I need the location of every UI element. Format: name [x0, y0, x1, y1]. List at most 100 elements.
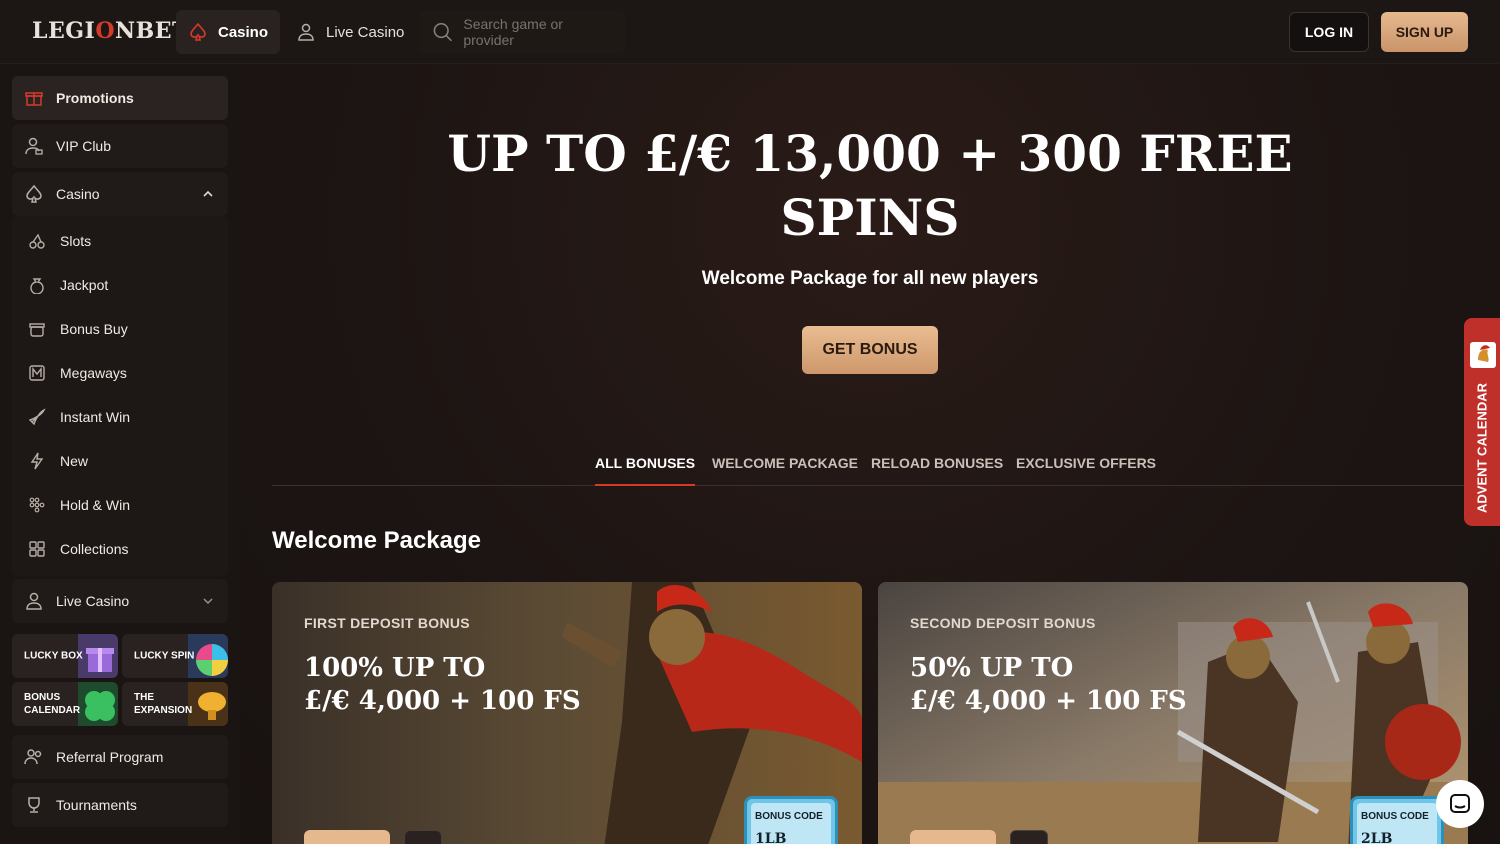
advent-calendar-tab[interactable]: ADVENT CALENDAR	[1464, 318, 1500, 526]
card-claim-button[interactable]	[304, 830, 390, 844]
sidebar-item-bonus-buy[interactable]: Bonus Buy	[28, 314, 128, 344]
tab-reload-bonuses[interactable]: RELOAD BONUSES	[871, 455, 1003, 486]
get-bonus-button[interactable]: GET BONUS	[802, 326, 938, 374]
sidebar-item-casino[interactable]: Casino	[12, 172, 228, 216]
dealer-icon	[26, 592, 42, 610]
nav-live-casino[interactable]: Live Casino	[284, 10, 416, 54]
login-button[interactable]: LOG IN	[1289, 12, 1369, 52]
tab-welcome-package[interactable]: WELCOME PACKAGE	[712, 455, 858, 486]
sub-item-label: Instant Win	[60, 409, 131, 425]
sub-item-label: Hold & Win	[60, 497, 131, 513]
bonus-card-second-deposit[interactable]: SECOND DEPOSIT BONUS 50% UP TO £/€ 4,000…	[878, 582, 1468, 844]
dealer-icon	[298, 23, 314, 41]
sub-item-label: Jackpot	[60, 277, 109, 293]
chevron-down-icon[interactable]	[202, 595, 214, 607]
sidebar-item-megaways[interactable]: Megaways	[28, 358, 127, 388]
sidebar-item-slots[interactable]: Slots	[28, 226, 91, 256]
bonus-card-first-deposit[interactable]: FIRST DEPOSIT BONUS 100% UP TO £/€ 4,000…	[272, 582, 862, 844]
tile-lucky-box[interactable]: LUCKY BOX	[12, 634, 118, 678]
sidebar-item-label: Casino	[56, 186, 100, 202]
tile-label-line1: THE	[134, 692, 154, 703]
card-offer: 50% UP TO £/€ 4,000 + 100 FS	[910, 652, 1187, 718]
dots-grid-icon	[29, 497, 45, 513]
signup-button[interactable]: SIGN UP	[1381, 12, 1468, 52]
sub-item-label: Megaways	[60, 365, 127, 381]
sidebar-item-collections[interactable]: Collections	[28, 534, 128, 564]
top-header: LEGIONBET Casino Live Casino Search game…	[0, 0, 1500, 64]
gift-icon	[25, 92, 43, 106]
m-icon	[29, 365, 45, 381]
search-input[interactable]: Search game or provider	[420, 10, 625, 54]
bonus-tabs: ALL BONUSES WELCOME PACKAGE RELOAD BONUS…	[272, 449, 1468, 486]
bonus-code-value: 1LB	[755, 831, 787, 844]
sidebar-item-tournaments[interactable]: Tournaments	[12, 783, 228, 827]
search-icon	[433, 22, 452, 42]
tab-exclusive-offers[interactable]: EXCLUSIVE OFFERS	[1016, 455, 1156, 486]
sidebar-item-label: VIP Club	[56, 138, 111, 154]
card-offer-line2: £/€ 4,000 + 100 FS	[304, 686, 581, 716]
sidebar-item-new[interactable]: New	[28, 446, 88, 476]
spade-icon	[26, 184, 42, 203]
money-bag-icon	[30, 278, 44, 294]
logo-text-start: LEGI	[32, 18, 96, 44]
hero-subtitle: Welcome Package for all new players	[701, 268, 1039, 289]
bonus-code-badge[interactable]: BONUS CODE 1LB	[744, 796, 838, 844]
card-label: FIRST DEPOSIT BONUS	[304, 615, 470, 631]
sub-item-label: New	[60, 453, 89, 469]
chevron-up-icon[interactable]	[202, 188, 214, 200]
bonus-code-title: BONUS CODE	[755, 811, 823, 822]
sidebar-item-referral[interactable]: Referral Program	[12, 735, 228, 779]
tile-label-line2: EXPANSION	[134, 705, 193, 716]
casino-submenu: Slots Jackpot Bonus Buy Megaways Instant…	[12, 216, 228, 576]
sidebar-item-label: Live Casino	[56, 593, 130, 609]
sidebar-item-jackpot[interactable]: Jackpot	[28, 270, 108, 300]
nav-casino[interactable]: Casino	[176, 10, 281, 54]
tile-bonus-calendar[interactable]: BONUS CALENDAR	[12, 682, 118, 726]
spade-icon	[190, 22, 206, 41]
logo[interactable]: LEGIONBET	[32, 18, 189, 44]
hero-title-line1: UP TO £/€ 13,000 + 300 FREE	[447, 124, 1293, 183]
card-claim-button[interactable]	[910, 830, 996, 844]
gift-box-icon	[29, 323, 45, 337]
sidebar-item-label: Promotions	[56, 90, 134, 106]
tab-all-bonuses[interactable]: ALL BONUSES	[595, 455, 696, 486]
logo-helmet-o: O	[95, 18, 115, 44]
advent-calendar-label: ADVENT CALENDAR	[1474, 383, 1490, 513]
goblet-art-icon	[188, 682, 228, 726]
sub-item-label: Slots	[60, 233, 92, 249]
sidebar-item-promotions[interactable]: Promotions	[12, 76, 228, 120]
nav-casino-label: Casino	[218, 23, 269, 41]
card-offer-line1: 100% UP TO	[304, 653, 486, 683]
card-info-button[interactable]	[404, 830, 442, 844]
vip-user-icon	[25, 137, 43, 155]
tile-label: LUCKY BOX	[24, 650, 83, 662]
lightning-icon	[30, 452, 44, 470]
tile-label: LUCKY SPIN	[134, 650, 195, 662]
sidebar-item-vip-club[interactable]: VIP Club	[12, 124, 228, 168]
sidebar-item-label: Referral Program	[56, 749, 164, 765]
rocket-icon	[28, 408, 46, 426]
card-info-button[interactable]	[1010, 830, 1048, 844]
sidebar-item-live-casino[interactable]: Live Casino	[12, 579, 228, 623]
sidebar: Promotions VIP Club Casino Slots Jackpot…	[0, 64, 240, 844]
tile-the-expansion[interactable]: THE EXPANSION	[122, 682, 228, 726]
section-title: Welcome Package	[272, 527, 482, 554]
search-placeholder: Search game or provider	[463, 16, 563, 48]
main-content: UP TO £/€ 13,000 + 300 FREE SPINS Welcom…	[240, 64, 1500, 844]
tile-lucky-spin[interactable]: LUCKY SPIN	[122, 634, 228, 678]
nav-live-casino-label: Live Casino	[326, 23, 405, 41]
cherries-icon	[29, 233, 45, 249]
chat-button[interactable]	[1436, 780, 1484, 828]
tile-label: BONUS CALENDAR	[24, 691, 80, 717]
sidebar-item-hold-win[interactable]: Hold & Win	[28, 490, 130, 520]
helmet-icon	[1470, 342, 1496, 368]
trophy-icon	[28, 797, 40, 813]
hero-title-line2: SPINS	[780, 188, 960, 247]
sidebar-item-instant-win[interactable]: Instant Win	[28, 402, 130, 432]
tile-label: THE EXPANSION	[134, 691, 192, 717]
sidebar-item-label: Tournaments	[56, 797, 137, 813]
card-offer-line2: £/€ 4,000 + 100 FS	[910, 686, 1187, 716]
card-label: SECOND DEPOSIT BONUS	[910, 615, 1096, 631]
hero-title: UP TO £/€ 13,000 + 300 FREE SPINS	[240, 122, 1500, 250]
bonus-code-badge[interactable]: BONUS CODE 2LB	[1350, 796, 1444, 844]
